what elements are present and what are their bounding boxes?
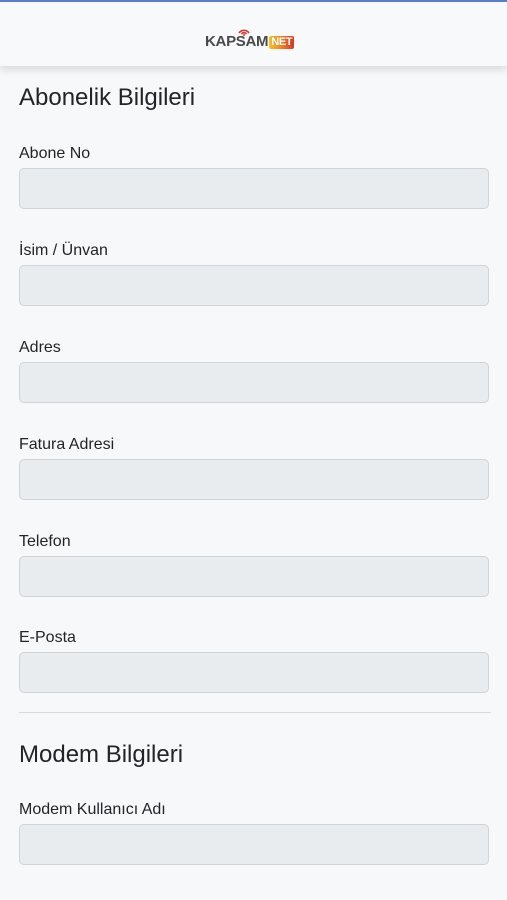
name-title-label: İsim / Ünvan — [19, 242, 108, 259]
billing-address-field[interactable] — [19, 459, 489, 500]
app-header: KAPSAM NET — [0, 2, 507, 66]
modem-username-label: Modem Kullanıcı Adı — [19, 801, 166, 818]
modem-section-title: Modem Bilgileri — [19, 741, 184, 768]
subscriber-number-label: Abone No — [19, 145, 91, 162]
logo-main-text: KAPSAM — [205, 33, 269, 50]
billing-address-label: Fatura Adresi — [19, 436, 115, 453]
logo-suffix-badge: NET — [269, 36, 295, 49]
phone-field[interactable] — [19, 556, 489, 597]
email-label: E-Posta — [19, 629, 76, 646]
subscriber-number-field[interactable] — [19, 168, 489, 209]
name-title-field[interactable] — [19, 265, 489, 306]
kapsamnet-logo[interactable]: KAPSAM NET — [205, 24, 321, 54]
address-label: Adres — [19, 339, 61, 356]
subscription-section-title: Abonelik Bilgileri — [19, 84, 196, 111]
address-field[interactable] — [19, 362, 489, 403]
email-field[interactable] — [19, 652, 489, 693]
modem-username-field[interactable] — [19, 824, 489, 865]
logo-wordmark: KAPSAM NET — [205, 33, 295, 50]
phone-label: Telefon — [19, 533, 71, 550]
section-divider — [19, 712, 491, 713]
